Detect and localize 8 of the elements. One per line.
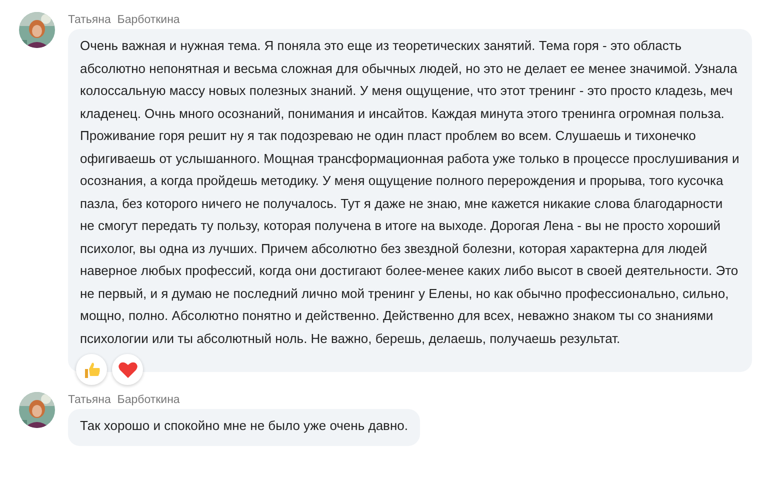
- message-text: Очень важная и нужная тема. Я поняла это еще из теоретических занятий. Тема горя - это область абсолютно непонятная и весьма сложная для обычных людей, но это не делает ее менее значимой. Узнала колоссальную массу новых полезных знаний. У меня ощущение, что этот тренинг - это просто кладезь, меч кладенец. Очнь много осознаний, понимания и инсайтов. Каждая минута этого тренинга огромная польза. Проживание горя решит ну я так подозреваю не один пласт проблем во всем. Слушаешь и тихонечко офигиваешь от услышанного. Мощная трансформационная работа уже только в процессе прослушивания и осознания, а когда пройдешь методику. У меня ощущение полного перерождения и прорыва, того кусочка пазла, без которого ничего не получалось. Тут я даже не знаю, мне кажется никакие слова благодарности не смогут передать ту пользу, которая получена в итоге на выходе. Дорогая Лена - вы не просто хороший психолог, вы одна из лучших. Причем абсолютно без звездной болезни, которая характерна для людей наверное любых профессий, когда они достигают более-менее каких либо высот в своей деятельности. Это не первый, и я думаю не последний лично мой тренинг у Елены, но как обычно профессионально, сильно, мощно, полно. Абсолютно понятно и действенно. Действенно для всех, неважно знаком ты со знаниями психологии или ты абсолютный ноль. Не важно, берешь, делаешь, получаешь результат.: [80, 37, 740, 348]
- heart-icon: [118, 360, 138, 378]
- author-name: Татьяна Барботкина: [68, 393, 180, 408]
- reaction-button[interactable]: [76, 354, 107, 385]
- reaction-button[interactable]: [112, 354, 143, 385]
- thumbs-up-icon: [82, 360, 100, 378]
- message-text: Так хорошо и спокойно мне не было уже очень давно.: [80, 417, 408, 435]
- author-name: Татьяна Барботкина: [68, 13, 180, 28]
